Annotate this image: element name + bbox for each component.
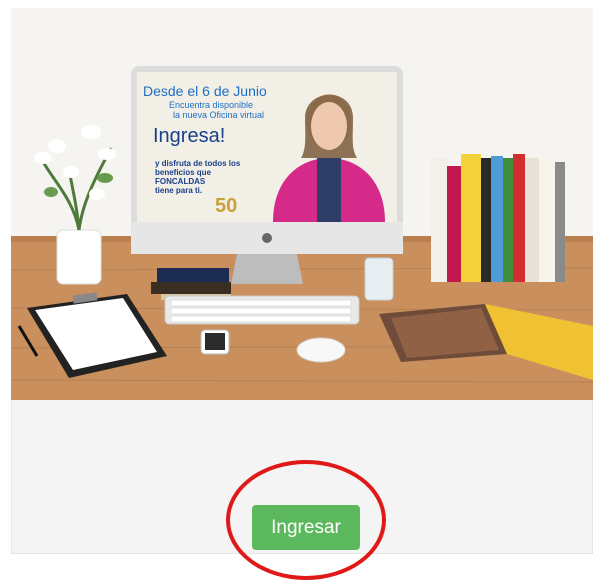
ingresar-button[interactable]: Ingresar [252, 505, 360, 550]
screen-line-1: Desde el 6 de Junio [143, 83, 267, 99]
anniversary-badge: 50 [215, 195, 237, 217]
screen-body-3: FONCALDAS [155, 177, 206, 186]
screen-line-2: Encuentra disponible [169, 100, 253, 110]
screen-headline: Ingresa! [153, 125, 225, 147]
monitor: 50 Desde el 6 de Junio Encuentra disponi… [131, 66, 403, 284]
screen-line-3: la nueva Oficina virtual [173, 110, 264, 120]
books-upright [431, 154, 565, 282]
screen-body-4: tiene para ti. [155, 186, 202, 195]
screen-body-2: beneficios que [155, 168, 212, 177]
mouse [296, 337, 346, 363]
book-stack [151, 268, 231, 300]
screen-body-1: y disfruta de todos los [155, 159, 241, 168]
promo-image: 50 Desde el 6 de Junio Encuentra disponi… [11, 8, 593, 400]
glass [364, 257, 394, 301]
